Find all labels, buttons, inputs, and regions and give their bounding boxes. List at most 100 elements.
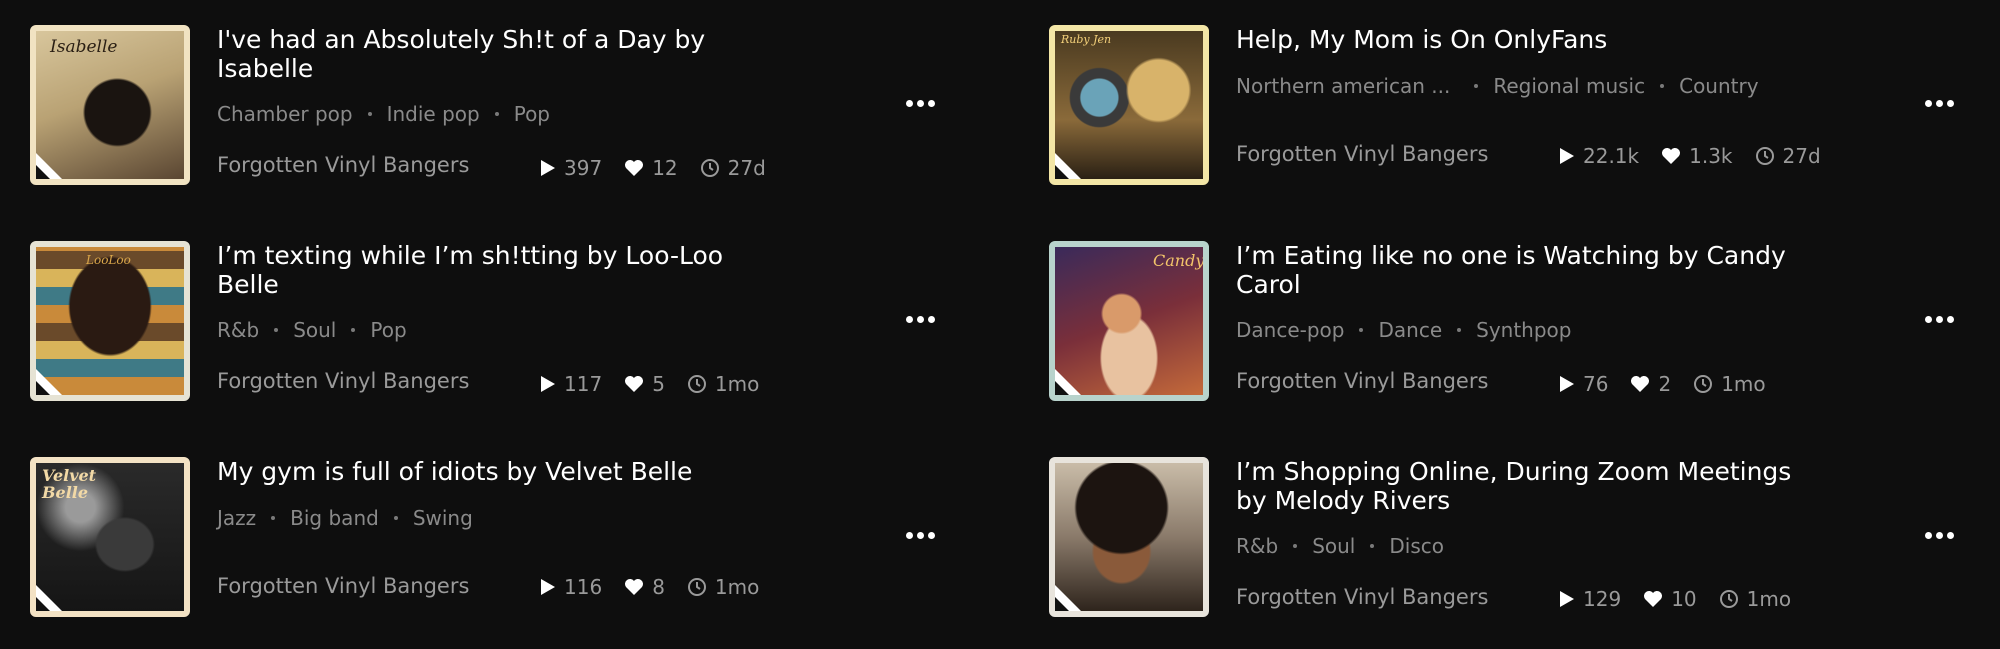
separator-dot: [393, 516, 398, 520]
genre-tag[interactable]: Jazz: [217, 506, 256, 530]
track-item[interactable]: I’m Shopping Online, During Zoom Meeting…: [1049, 457, 1989, 617]
heart-icon[interactable]: [1630, 375, 1650, 393]
genre-list: Chamber pop Indie pop Pop: [217, 102, 550, 126]
track-title[interactable]: I’m Shopping Online, During Zoom Meeting…: [1236, 457, 1796, 515]
album-cover[interactable]: Ruby Jen: [1049, 25, 1209, 185]
play-icon: [541, 579, 555, 595]
album-cover[interactable]: Isabelle: [30, 25, 190, 185]
playlist-link[interactable]: Forgotten Vinyl Bangers: [1236, 585, 1488, 609]
play-count: 76: [1559, 372, 1608, 396]
album-cover[interactable]: LooLoo: [30, 241, 190, 401]
track-item[interactable]: Velvet Belle My gym is full of idiots by…: [30, 457, 970, 617]
track-stats: 117 5 1mo: [540, 372, 781, 396]
genre-tag[interactable]: Dance: [1378, 318, 1442, 342]
genre-tag[interactable]: R&b: [217, 318, 259, 342]
playlist-link[interactable]: Forgotten Vinyl Bangers: [1236, 369, 1488, 393]
genre-tag[interactable]: Indie pop: [387, 102, 480, 126]
track-age: 1mo: [687, 372, 759, 396]
playlist-link[interactable]: Forgotten Vinyl Bangers: [217, 369, 469, 393]
more-horizontal-icon[interactable]: [1919, 299, 1959, 339]
track-item[interactable]: Ruby Jen Help, My Mom is On OnlyFans Nor…: [1049, 25, 1989, 185]
like-count-value: 1.3k: [1689, 144, 1733, 168]
genre-list: R&b Soul Disco: [1236, 534, 1444, 558]
play-count: 116: [540, 575, 602, 599]
like-count: 12: [624, 156, 678, 180]
genre-tag[interactable]: Pop: [370, 318, 406, 342]
separator-dot: [1370, 544, 1375, 548]
album-cover[interactable]: [1049, 457, 1209, 617]
track-title[interactable]: I’m texting while I’m sh!tting by Loo-Lo…: [217, 241, 777, 299]
clock-icon: [1719, 590, 1738, 608]
like-count-value: 5: [652, 372, 665, 396]
track-title[interactable]: I've had an Absolutely Sh!t of a Day by …: [217, 25, 777, 83]
separator-dot: [1474, 84, 1479, 88]
triangle-badge-icon: [1055, 369, 1081, 395]
triangle-badge-icon: [36, 369, 62, 395]
genre-tag[interactable]: Country: [1679, 74, 1758, 98]
track-age: 27d: [700, 156, 766, 180]
separator-dot: [1660, 84, 1665, 88]
playlist-link[interactable]: Forgotten Vinyl Bangers: [217, 153, 469, 177]
genre-list: Dance-pop Dance Synthpop: [1236, 318, 1571, 342]
track-title[interactable]: My gym is full of idiots by Velvet Belle: [217, 457, 777, 486]
track-age-value: 1mo: [1746, 587, 1792, 611]
playlist-link[interactable]: Forgotten Vinyl Bangers: [217, 574, 469, 598]
separator-dot: [1359, 328, 1364, 332]
heart-icon[interactable]: [624, 578, 644, 596]
play-count-value: 22.1k: [1583, 144, 1640, 168]
heart-icon[interactable]: [624, 159, 644, 177]
more-horizontal-icon[interactable]: [900, 83, 940, 123]
track-age-value: 27d: [727, 156, 766, 180]
separator-dot: [274, 328, 279, 332]
cover-title: Isabelle: [50, 37, 118, 57]
genre-list: Jazz Big band Swing: [217, 506, 473, 530]
like-count-value: 8: [652, 575, 665, 599]
track-item[interactable]: LooLoo I’m texting while I’m sh!tting by…: [30, 241, 970, 401]
like-count-value: 10: [1671, 587, 1697, 611]
play-icon: [541, 376, 555, 392]
heart-icon[interactable]: [624, 375, 644, 393]
like-count: 8: [624, 575, 665, 599]
track-item[interactable]: Isabelle I've had an Absolutely Sh!t of …: [30, 25, 970, 185]
heart-icon[interactable]: [1661, 147, 1681, 165]
playlist-link[interactable]: Forgotten Vinyl Bangers: [1236, 142, 1488, 166]
track-title[interactable]: Help, My Mom is On OnlyFans: [1236, 25, 1796, 54]
more-horizontal-icon[interactable]: [1919, 515, 1959, 555]
triangle-badge-icon: [1055, 585, 1081, 611]
clock-icon: [1694, 375, 1713, 393]
play-icon: [1560, 376, 1574, 392]
heart-icon[interactable]: [1643, 590, 1663, 608]
genre-tag[interactable]: Chamber pop: [217, 102, 353, 126]
play-count-value: 397: [564, 156, 603, 180]
track-title[interactable]: I’m Eating like no one is Watching by Ca…: [1236, 241, 1796, 299]
clock-icon: [687, 578, 706, 596]
genre-tag[interactable]: Soul: [1312, 534, 1355, 558]
play-count-value: 117: [564, 372, 603, 396]
genre-tag[interactable]: Soul: [293, 318, 336, 342]
genre-tag[interactable]: Big band: [290, 506, 379, 530]
play-count-value: 116: [564, 575, 603, 599]
genre-tag[interactable]: Dance-pop: [1236, 318, 1344, 342]
more-horizontal-icon[interactable]: [1919, 83, 1959, 123]
genre-tag[interactable]: Synthpop: [1476, 318, 1571, 342]
genre-tag[interactable]: Swing: [413, 506, 473, 530]
more-horizontal-icon[interactable]: [900, 299, 940, 339]
album-cover[interactable]: Candy: [1049, 241, 1209, 401]
cover-title: LooLoo: [86, 253, 131, 267]
triangle-badge-icon: [36, 585, 62, 611]
more-horizontal-icon[interactable]: [900, 515, 940, 555]
genre-tag[interactable]: Northern american ...: [1236, 74, 1450, 98]
genre-tag[interactable]: Pop: [514, 102, 550, 126]
genre-tag[interactable]: Disco: [1389, 534, 1444, 558]
clock-icon: [687, 375, 706, 393]
genre-tag[interactable]: Regional music: [1493, 74, 1645, 98]
track-age-value: 1mo: [1721, 372, 1766, 396]
play-count: 22.1k: [1559, 144, 1639, 168]
track-age: 1mo: [687, 575, 759, 599]
genre-tag[interactable]: R&b: [1236, 534, 1278, 558]
album-cover[interactable]: Velvet Belle: [30, 457, 190, 617]
like-count-value: 12: [652, 156, 678, 180]
play-count: 397: [540, 156, 602, 180]
cover-title: Ruby Jen: [1061, 33, 1112, 46]
track-item[interactable]: Candy I’m Eating like no one is Watching…: [1049, 241, 1989, 401]
